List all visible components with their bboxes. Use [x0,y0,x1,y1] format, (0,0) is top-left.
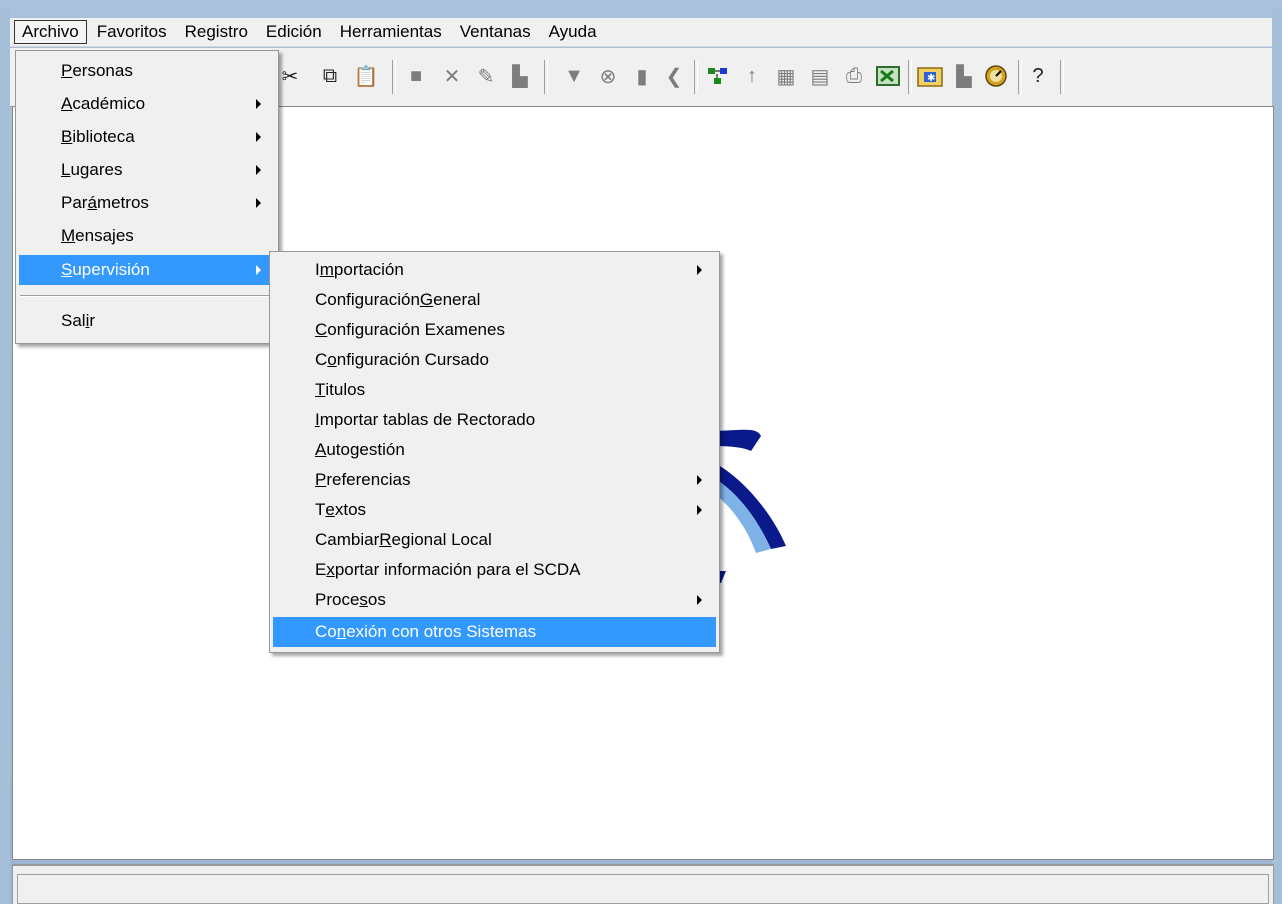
clock-icon[interactable] [982,62,1010,90]
submenu-arrow-icon [697,265,702,275]
submenu-arrow-icon [697,505,702,515]
submenu-item-autogestion[interactable]: Autogestión [273,435,716,465]
submenu-item-importacion[interactable]: Im portación [273,255,716,285]
window-border-left [0,8,10,904]
cancel-filter-icon[interactable]: ⊗ [594,62,622,90]
menu-item-personas[interactable]: Personas [19,56,275,86]
status-panel [17,874,1269,904]
delete-icon[interactable]: ✕ [438,62,466,90]
print-icon[interactable]: ⎙ [840,62,868,90]
submenu-item-configuracion-general[interactable]: Configuración General [273,285,716,315]
archivo-menu: Personas Académico Biblioteca Lugares Pa… [15,50,279,344]
menu-item-parametros[interactable]: Par á metros [19,188,275,218]
submenu-item-configuracion-cursado[interactable]: Co nfiguración Cursado [273,345,716,375]
submenu-item-exportar-scda[interactable]: Ex portar información para el SCDA [273,555,716,585]
new-record-icon[interactable]: ■ [402,62,430,90]
export-excel-icon[interactable] [874,62,902,90]
menu-archivo[interactable]: Archivo [14,20,87,44]
supervision-submenu: Im portación Configuración General Config… [269,251,720,653]
cut-icon[interactable]: ✂ [276,62,304,90]
submenu-item-preferencias[interactable]: Preferencias [273,465,716,495]
menu-ventanas[interactable]: Ventanas [452,20,539,44]
save-record-icon[interactable]: ▙ [506,62,534,90]
copy-icon[interactable]: ⧉ [316,62,344,90]
menu-registro[interactable]: Registro [177,20,256,44]
menu-herramientas[interactable]: Herramientas [332,20,450,44]
up-arrow-icon[interactable]: ↑ [738,62,766,90]
submenu-item-configuracion-examenes[interactable]: Configuración Examenes [273,315,716,345]
submenu-arrow-icon [697,475,702,485]
submenu-item-conexion-otros-sistemas[interactable]: Co n exión con otros Sistemas [273,617,716,647]
table-icon[interactable]: ▤ [806,62,834,90]
submenu-arrow-icon [256,165,261,175]
submenu-item-importar-tablas[interactable]: Importar tablas de Rectorado [273,405,716,435]
menu-item-mensajes[interactable]: Mensajes [19,221,275,251]
document-icon[interactable]: ▮ [628,62,656,90]
toolbar-separator [1018,60,1022,94]
paste-icon[interactable]: 📋 [352,62,380,90]
add-icon[interactable]: ▙ [950,62,978,90]
submenu-arrow-icon [256,198,261,208]
grid-icon[interactable]: ▦ [772,62,800,90]
status-bar [12,864,1274,904]
submenu-arrow-icon [256,132,261,142]
svg-text:✱: ✱ [927,73,935,84]
filter-icon[interactable]: ▼ [560,62,588,90]
submenu-item-procesos[interactable]: Proce s os [273,585,716,615]
submenu-item-titulos[interactable]: Titulos [273,375,716,405]
folder-icon[interactable]: ✱ [916,62,944,90]
help-icon[interactable]: ? [1024,62,1052,90]
toolbar-separator [544,60,548,94]
menu-favoritos[interactable]: Favoritos [89,20,175,44]
submenu-arrow-icon [256,99,261,109]
undo-icon[interactable]: ❮ [660,62,688,90]
toolbar-separator [908,60,912,94]
menu-item-lugares[interactable]: Lugares [19,155,275,185]
submenu-item-textos[interactable]: Te xtos [273,495,716,525]
tree-icon[interactable] [704,62,732,90]
toolbar-separator [1060,60,1064,94]
edit-record-icon[interactable]: ✎ [472,62,500,90]
toolbar-separator [392,60,396,94]
submenu-arrow-icon [256,265,261,275]
submenu-item-cambiar-regional[interactable]: Cambiar Regional Local [273,525,716,555]
menu-edicion[interactable]: Edición [258,20,330,44]
menu-item-salir[interactable]: Sal i r [19,306,275,336]
menu-item-biblioteca[interactable]: Biblioteca [19,122,275,152]
menu-ayuda[interactable]: Ayuda [541,20,605,44]
menu-item-academico[interactable]: Académico [19,89,275,119]
submenu-arrow-icon [697,595,702,605]
menu-bar: Archivo Favoritos Registro Edición Herra… [10,18,1272,47]
menu-item-supervision[interactable]: Supervisión [19,255,275,285]
toolbar-separator [694,60,698,94]
menu-divider [20,295,274,297]
